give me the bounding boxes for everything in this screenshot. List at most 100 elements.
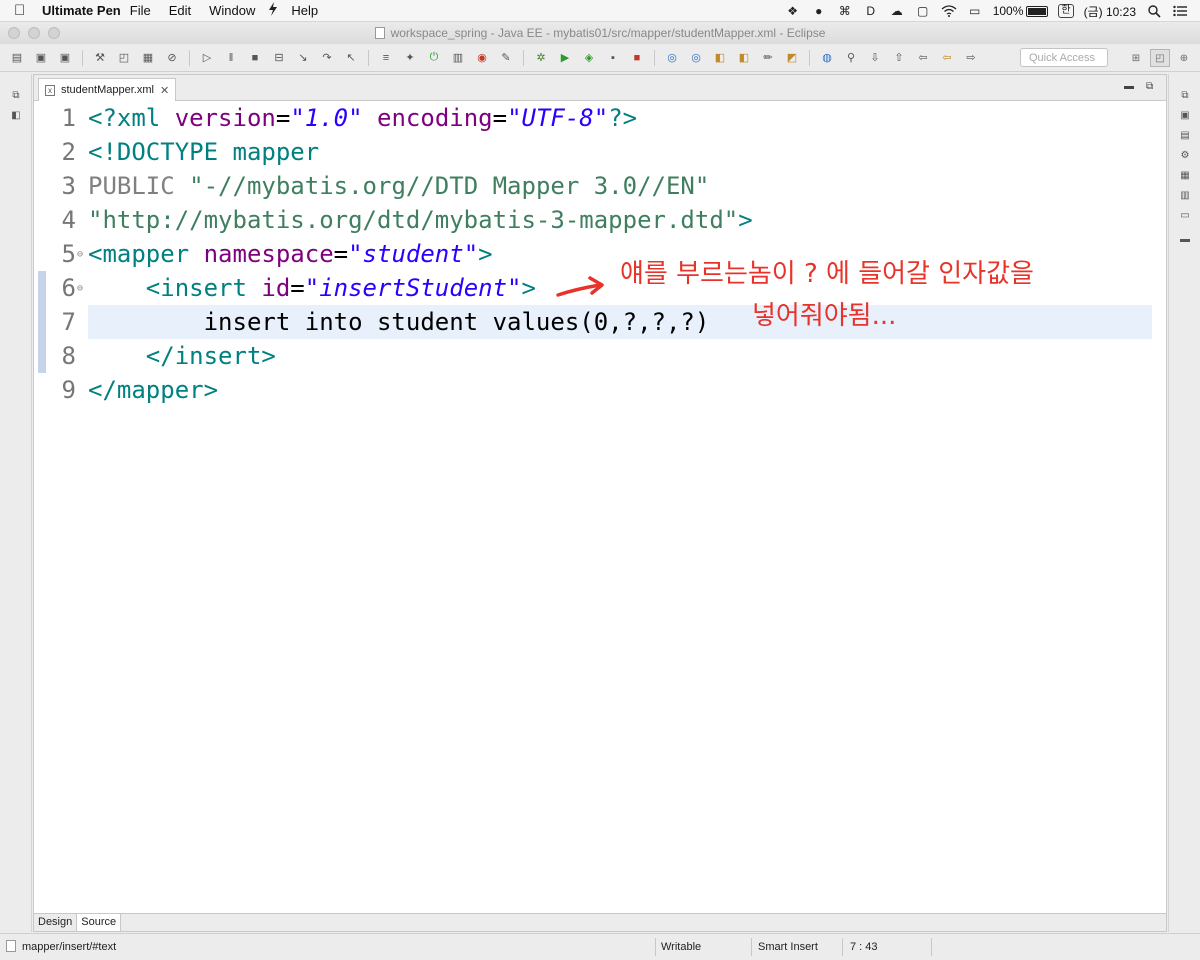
git-perspective-icon[interactable]: ⊕ (1174, 49, 1194, 67)
code-editor[interactable]: 1 <?xml version="1.0" encoding="UTF-8"?> … (34, 101, 1166, 915)
equals-token: = (275, 104, 291, 132)
open-perspective-icon[interactable]: ⊞ (1126, 49, 1146, 67)
open-type-icon[interactable]: ◰ (115, 50, 133, 66)
coverage-icon[interactable]: ▪ (604, 50, 622, 66)
step-into-icon[interactable]: ↘ (294, 50, 312, 66)
globe-icon[interactable]: ◍ (818, 50, 836, 66)
code-line: 4 "http://mybatis.org/dtd/mybatis-3-mappe… (34, 203, 753, 237)
back-icon[interactable]: ⇦ (938, 50, 956, 66)
save-all-icon[interactable]: ▣ (56, 50, 74, 66)
cloud-icon[interactable]: ☁ (889, 4, 905, 18)
toolbar-separator (189, 49, 190, 66)
last-edit-location-icon[interactable]: ⇦ (914, 50, 932, 66)
spotlight-search-icon[interactable] (1146, 4, 1162, 18)
console-view-icon[interactable]: ▭ (1178, 208, 1192, 222)
disconnect-icon[interactable]: ⊟ (270, 50, 288, 66)
doctype-public-id-token: "-//mybatis.org//DTD Mapper 3.0//EN" (189, 172, 710, 200)
input-method-indicator[interactable]: 한 (1058, 4, 1074, 18)
resume-icon[interactable]: ▷ (198, 50, 216, 66)
doctype-token: <!DOCTYPE (88, 138, 233, 166)
toolbar-separator (82, 49, 83, 66)
menu-app-name[interactable]: Ultimate Pen (36, 3, 121, 18)
pen-icon[interactable]: ✏ (759, 50, 777, 66)
project-explorer-icon[interactable]: ◧ (9, 108, 23, 122)
restore-icon[interactable]: ⧉ (9, 88, 23, 102)
forward-icon[interactable]: ⇨ (962, 50, 980, 66)
package-icon[interactable]: ◩ (783, 50, 801, 66)
properties-icon[interactable]: ▦ (1178, 168, 1192, 182)
quick-access-input[interactable]: Quick Access (1020, 48, 1108, 67)
stop-server-icon[interactable]: ■ (628, 50, 646, 66)
command-icon[interactable]: ⌘ (837, 4, 853, 18)
console-icon[interactable]: ▦ (139, 50, 157, 66)
maximize-editor-icon[interactable]: ⧉ (1146, 81, 1153, 92)
run-external-icon[interactable]: ◈ (580, 50, 598, 66)
attr-name-token: namespace (203, 240, 334, 268)
apple-menu-icon[interactable]:  (14, 2, 36, 19)
debug-icon[interactable]: ✲ (532, 50, 550, 66)
next-annotation-icon[interactable]: ⇩ (866, 50, 884, 66)
editor-tab-studentmapper[interactable]: x studentMapper.xml ✕ (38, 78, 177, 101)
menubar-clock[interactable]: (금) 10:23 (1084, 3, 1136, 20)
battery-status[interactable]: 100% (993, 4, 1049, 18)
open-task-icon[interactable]: ✦ (401, 50, 419, 66)
new-icon[interactable]: ▤ (8, 50, 26, 66)
run-icon[interactable]: ▶ (556, 50, 574, 66)
build-icon[interactable]: ⚒ (91, 50, 109, 66)
status-xpath: mapper/insert/#text (22, 941, 117, 953)
menu-help[interactable]: Help (282, 3, 327, 18)
step-over-icon[interactable]: ↷ (318, 50, 336, 66)
attr-name-token: encoding (377, 104, 493, 132)
tab-source[interactable]: Source (77, 914, 122, 931)
search-icon[interactable]: ⚲ (842, 50, 860, 66)
attr-value-token: "student" (348, 240, 479, 268)
zoom-window-button[interactable] (48, 27, 60, 39)
minimize-editor-icon[interactable]: ▬ (1124, 81, 1134, 92)
menu-edit[interactable]: Edit (160, 3, 200, 18)
airplay-icon[interactable]: ▭ (967, 4, 983, 18)
close-window-button[interactable] (8, 27, 20, 39)
new-interface-icon[interactable]: ◎ (687, 50, 705, 66)
outline-icon[interactable]: ▤ (1178, 128, 1192, 142)
window-icon[interactable]: ▢ (915, 4, 931, 18)
suspend-icon[interactable]: ‖ (222, 50, 240, 66)
line-number: 5 (61, 240, 76, 268)
restore-icon[interactable]: ⧉ (1178, 88, 1192, 102)
open-project-icon[interactable]: ◧ (735, 50, 753, 66)
close-tab-icon[interactable]: ✕ (160, 84, 169, 97)
markers-icon[interactable]: ⚙ (1178, 148, 1192, 162)
toggle-mark-icon[interactable]: ≡ (377, 50, 395, 66)
main-toolbar: ▤ ▣ ▣ ⚒ ◰ ▦ ⊘ ▷ ‖ ■ ⊟ ↘ ↷ ↖ ≡ ✦ ⏻ ▥ ◉ ✎ … (0, 44, 1200, 72)
menu-file[interactable]: File (121, 3, 160, 18)
previous-annotation-icon[interactable]: ⇧ (890, 50, 908, 66)
status-cursor-position[interactable]: 7 : 43 (850, 941, 878, 953)
status-insert-mode[interactable]: Smart Insert (758, 941, 818, 953)
dropbox-icon[interactable]: ❖ (785, 4, 801, 18)
notification-center-icon[interactable] (1172, 4, 1188, 18)
java-ee-perspective-icon[interactable]: ◰ (1150, 49, 1170, 67)
skip-breakpoints-icon[interactable]: ⊘ (163, 50, 181, 66)
toggle-block-selection-icon[interactable]: ▥ (449, 50, 467, 66)
terminate-icon[interactable]: ■ (246, 50, 264, 66)
fold-toggle-icon[interactable]: ⊖ (76, 283, 88, 294)
new-class-icon[interactable]: ◎ (663, 50, 681, 66)
progress-icon[interactable]: ▬ (1178, 232, 1192, 246)
menu-extra-icon[interactable] (264, 2, 282, 19)
show-whitespace-icon[interactable]: ◉ (473, 50, 491, 66)
search-references-icon[interactable]: ✎ (497, 50, 515, 66)
attr-name-token: version (174, 104, 276, 132)
fold-toggle-icon[interactable]: ⊖ (76, 249, 88, 260)
chat-icon[interactable]: ● (811, 4, 827, 18)
minimize-window-button[interactable] (28, 27, 40, 39)
step-return-icon[interactable]: ↖ (342, 50, 360, 66)
code-text: <!DOCTYPE mapper (88, 138, 319, 166)
server-start-icon[interactable]: ⏻ (425, 50, 443, 66)
task-list-icon[interactable]: ▣ (1178, 108, 1192, 122)
servers-icon[interactable]: ▥ (1178, 188, 1192, 202)
tab-design[interactable]: Design (34, 914, 78, 931)
wifi-icon[interactable] (941, 4, 957, 18)
menu-window[interactable]: Window (200, 3, 264, 18)
open-folder-icon[interactable]: ◧ (711, 50, 729, 66)
dictionary-icon[interactable]: D (863, 4, 879, 18)
save-icon[interactable]: ▣ (32, 50, 50, 66)
